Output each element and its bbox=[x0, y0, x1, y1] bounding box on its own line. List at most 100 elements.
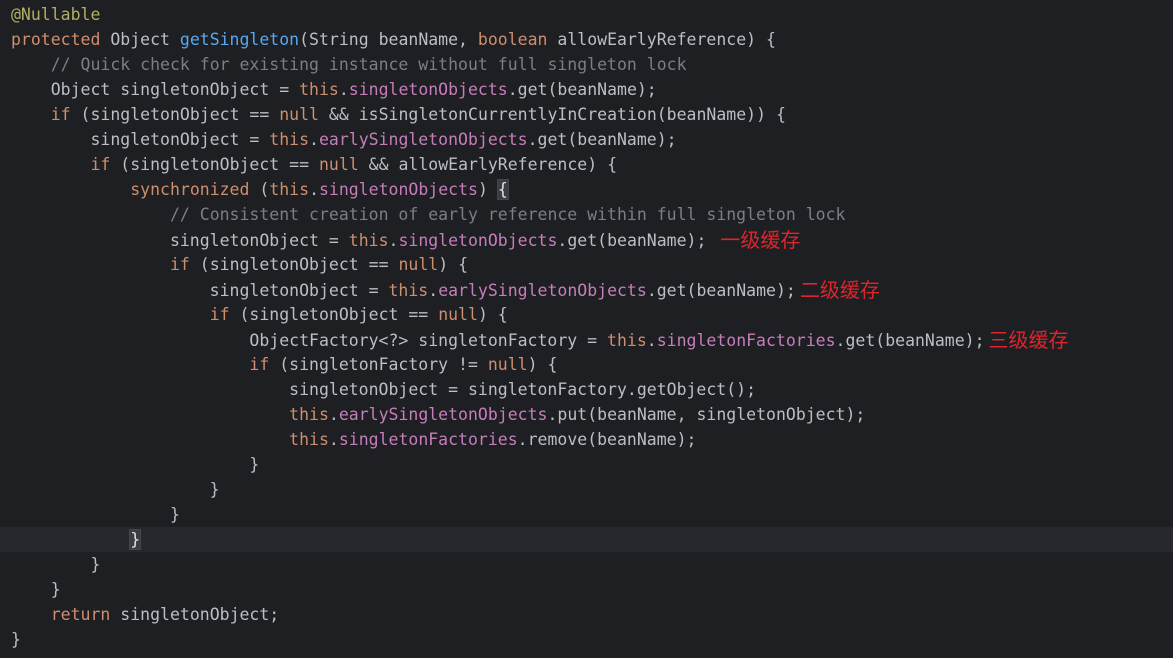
code-line[interactable]: } bbox=[0, 527, 1173, 552]
code-token: Object singletonObject = bbox=[11, 80, 300, 99]
code-token: (singletonObject == bbox=[70, 105, 280, 124]
code-token: (String beanName, bbox=[299, 30, 478, 49]
cache-level-note: 一级缓存 bbox=[720, 228, 801, 252]
code-token: . bbox=[646, 331, 657, 350]
code-line[interactable]: singletonObject = this.earlySingletonObj… bbox=[0, 277, 1173, 302]
code-token: (singletonObject == bbox=[110, 155, 319, 174]
matched-brace: } bbox=[129, 529, 142, 550]
code-token: } bbox=[11, 580, 61, 599]
code-token: . bbox=[309, 130, 319, 149]
code-line[interactable]: synchronized (this.singletonObjects) { bbox=[0, 177, 1173, 202]
code-token: .get(beanName); bbox=[646, 281, 796, 300]
code-token: ) { bbox=[527, 355, 558, 374]
keyword-token: protected bbox=[11, 30, 101, 49]
code-line[interactable]: } bbox=[0, 477, 1173, 502]
code-token: .get(beanName); bbox=[557, 231, 717, 250]
field-token: earlySingletonObjects bbox=[318, 130, 528, 149]
code-token: ) bbox=[477, 180, 498, 199]
code-token: . bbox=[388, 231, 399, 250]
code-line[interactable]: ObjectFactory<?> singletonFactory = this… bbox=[0, 327, 1173, 352]
code-token: .put(beanName, singletonObject); bbox=[547, 405, 866, 424]
code-line[interactable]: } bbox=[0, 502, 1173, 527]
field-token: earlySingletonObjects bbox=[438, 281, 647, 300]
keyword-token: this bbox=[299, 80, 339, 99]
code-token: } bbox=[11, 630, 21, 649]
code-line[interactable]: if (singletonObject == null && isSinglet… bbox=[0, 102, 1173, 127]
code-line[interactable]: // Consistent creation of early referenc… bbox=[0, 202, 1173, 227]
code-editor-window: { "colors": { "background": "#1e1f22", "… bbox=[0, 0, 1173, 658]
keyword-token: this bbox=[388, 281, 429, 300]
code-line[interactable]: } bbox=[0, 627, 1173, 652]
code-token: .get(beanName); bbox=[507, 80, 657, 99]
code-token: (singletonFactory != bbox=[269, 355, 488, 374]
code-line[interactable]: this.earlySingletonObjects.put(beanName,… bbox=[0, 402, 1173, 427]
code-line[interactable]: singletonObject = singletonFactory.getOb… bbox=[0, 377, 1173, 402]
code-token: ObjectFactory<?> singletonFactory = bbox=[11, 331, 608, 350]
code-token: } bbox=[11, 505, 180, 524]
field-token: singletonObjects bbox=[348, 80, 508, 99]
code-token: singletonObject = bbox=[11, 231, 349, 250]
code-line[interactable]: Object singletonObject = this.singletonO… bbox=[0, 77, 1173, 102]
keyword-token: null bbox=[398, 255, 439, 274]
cache-level-note: 三级缓存 bbox=[988, 328, 1069, 352]
code-line[interactable]: } bbox=[0, 452, 1173, 477]
comment-token: // Quick check for existing instance wit… bbox=[50, 55, 687, 74]
keyword-token: this bbox=[607, 331, 647, 350]
code-token: . bbox=[328, 405, 339, 424]
code-line[interactable]: if (singletonObject == null && allowEarl… bbox=[0, 152, 1173, 177]
code-token: ) { bbox=[438, 255, 469, 274]
code-editor[interactable]: @Nullable protected Object getSingleton(S… bbox=[0, 2, 1173, 652]
code-token: singletonObject = bbox=[11, 281, 389, 300]
code-token: .remove(beanName); bbox=[517, 430, 697, 449]
code-token: singletonObject; bbox=[110, 605, 280, 624]
code-line[interactable]: if (singletonObject == null) { bbox=[0, 302, 1173, 327]
matched-brace: { bbox=[496, 179, 509, 200]
code-line[interactable]: } bbox=[0, 552, 1173, 577]
keyword-token: this bbox=[289, 430, 329, 449]
code-line[interactable]: singletonObject = this.earlySingletonObj… bbox=[0, 127, 1173, 152]
code-line[interactable]: protected Object getSingleton(String bea… bbox=[0, 27, 1173, 52]
keyword-token: this bbox=[269, 130, 310, 149]
code-line[interactable]: // Quick check for existing instance wit… bbox=[0, 52, 1173, 77]
code-token: . bbox=[309, 180, 319, 199]
comment-token: // Consistent creation of early referenc… bbox=[169, 205, 846, 224]
code-token: allowEarlyReference) { bbox=[547, 30, 776, 49]
keyword-token: return bbox=[50, 605, 111, 624]
code-line[interactable]: if (singletonObject == null) { bbox=[0, 252, 1173, 277]
code-token: . bbox=[338, 80, 349, 99]
code-line[interactable]: singletonObject = this.singletonObjects.… bbox=[0, 227, 1173, 252]
code-token: singletonObject = bbox=[11, 130, 270, 149]
keyword-token: null bbox=[318, 155, 359, 174]
code-token: } bbox=[11, 455, 260, 474]
code-token: . bbox=[428, 281, 439, 300]
code-token: (singletonObject == bbox=[229, 305, 439, 324]
code-token: && isSingletonCurrentlyInCreation(beanNa… bbox=[319, 105, 786, 124]
field-token: singletonObjects bbox=[398, 231, 558, 250]
code-line[interactable]: if (singletonFactory != null) { bbox=[0, 352, 1173, 377]
field-token: singletonFactories bbox=[338, 430, 518, 449]
field-token: singletonFactories bbox=[656, 331, 836, 350]
keyword-token: if bbox=[50, 105, 71, 124]
keyword-token: boolean bbox=[477, 30, 548, 49]
code-token: (singletonObject == bbox=[189, 255, 399, 274]
code-token: ) { bbox=[477, 305, 508, 324]
keyword-token: if bbox=[169, 255, 190, 274]
code-line[interactable]: this.singletonFactories.remove(beanName)… bbox=[0, 427, 1173, 452]
field-token: singletonObjects bbox=[319, 180, 478, 199]
annotation-token: @Nullable bbox=[11, 5, 101, 24]
code-line[interactable]: } bbox=[0, 577, 1173, 602]
code-line[interactable]: return singletonObject; bbox=[0, 602, 1173, 627]
code-token: ( bbox=[249, 180, 270, 199]
keyword-token: synchronized bbox=[130, 180, 250, 199]
keyword-token: if bbox=[209, 305, 230, 324]
code-line[interactable]: @Nullable bbox=[0, 2, 1173, 27]
